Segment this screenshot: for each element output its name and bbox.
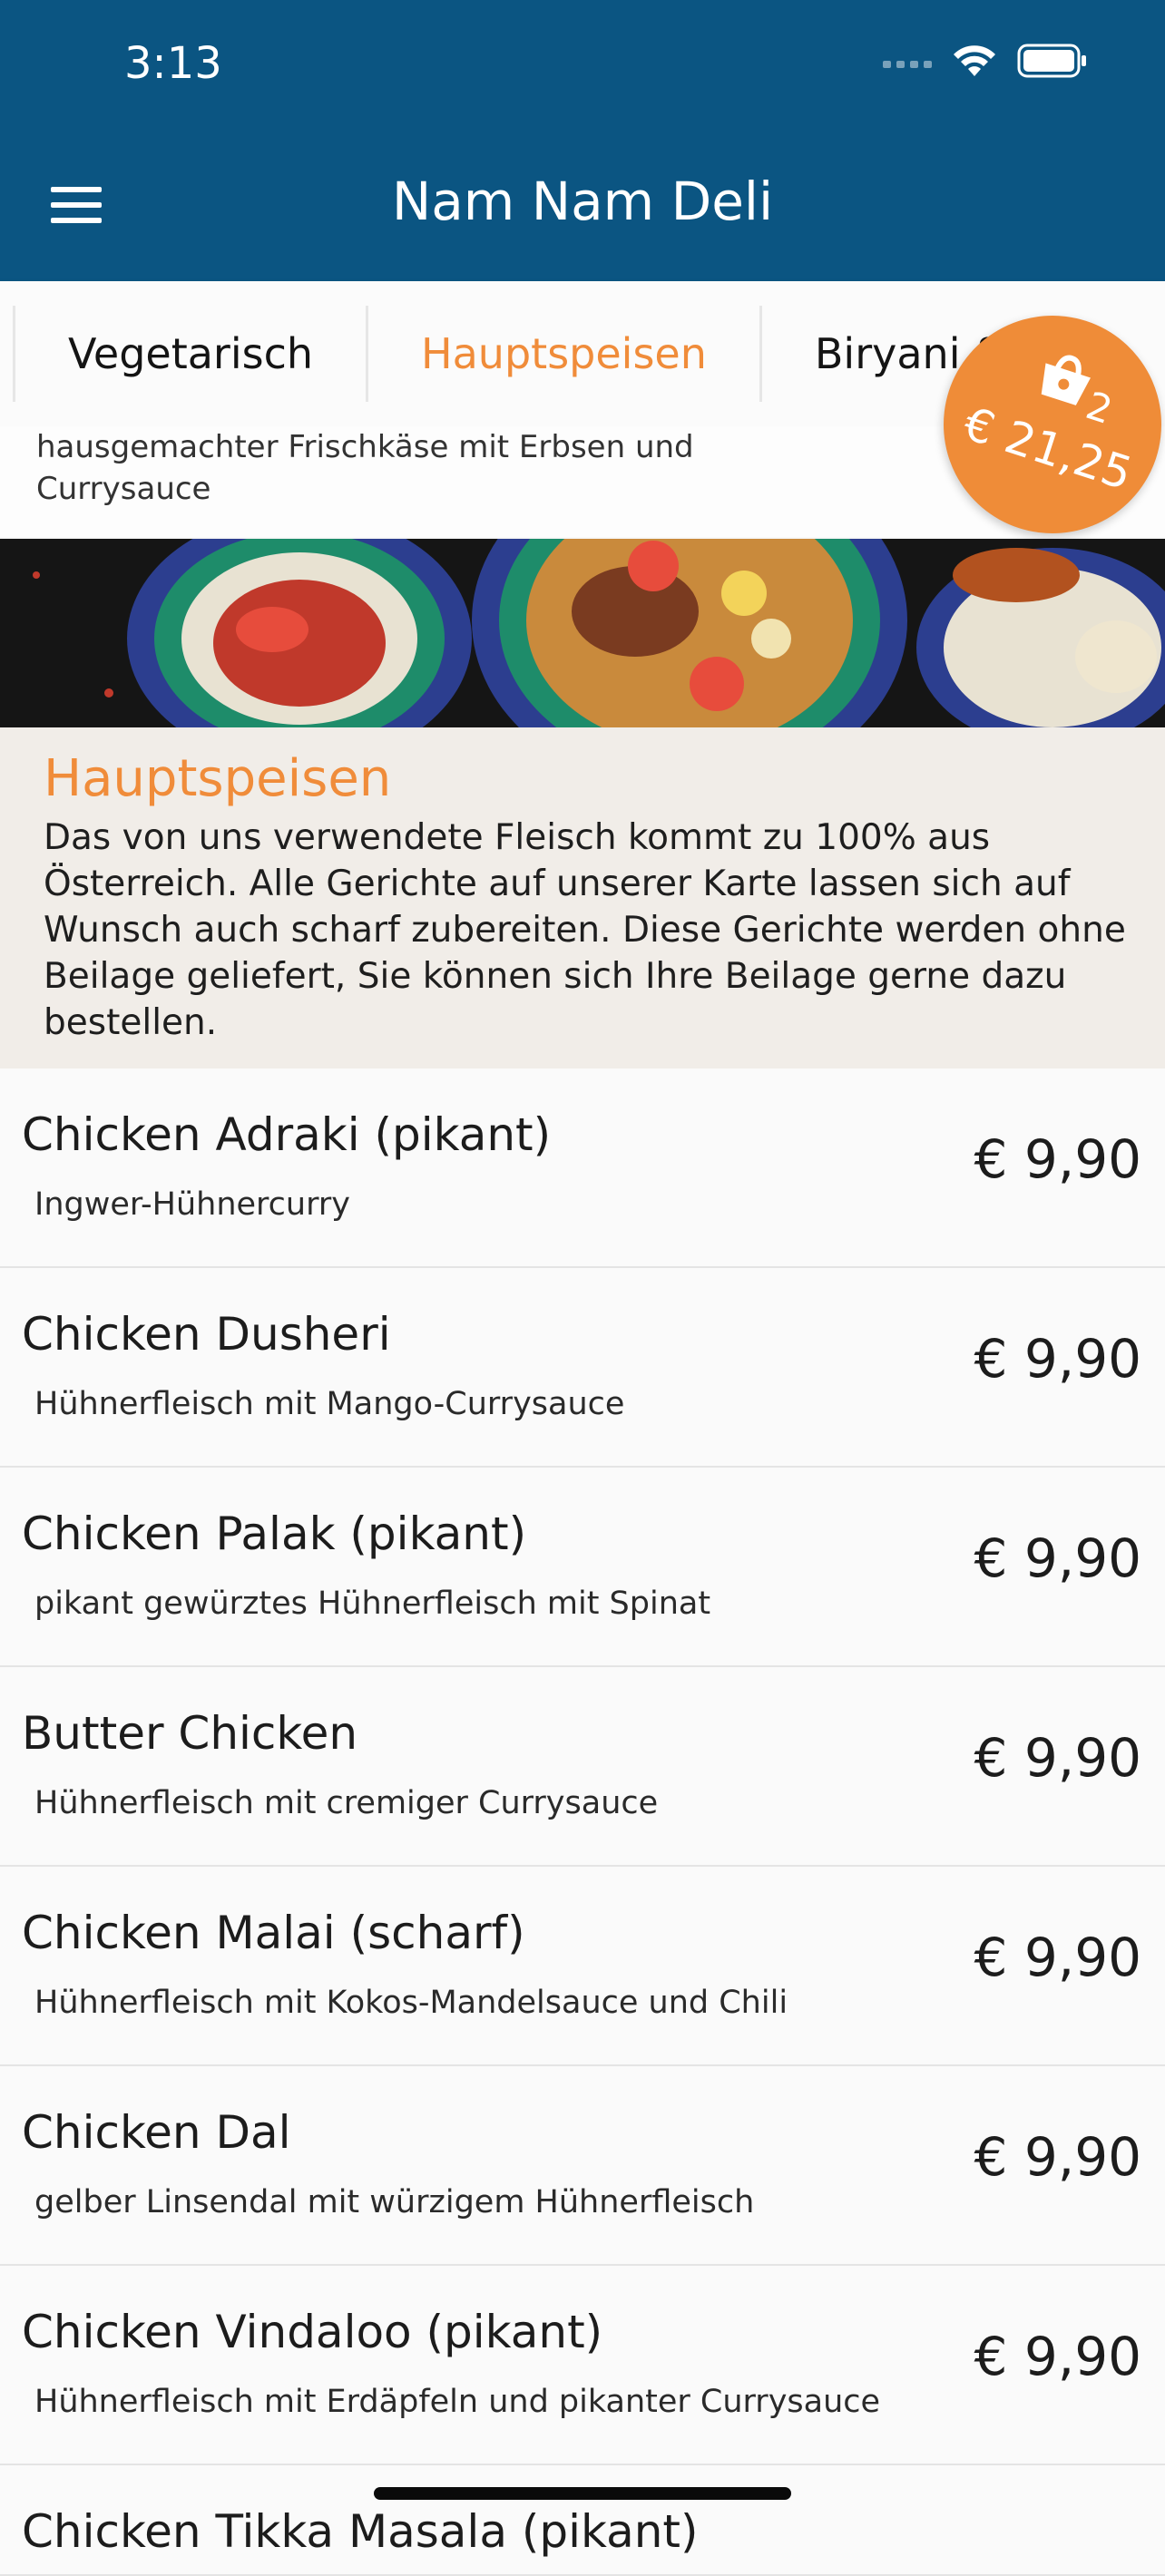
menu-item-description: Hühnerfleisch mit Kokos-Mandelsauce und … bbox=[34, 1985, 788, 2021]
menu-item-name: Chicken Adraki (pikant) bbox=[22, 1108, 552, 1161]
menu-item[interactable]: Chicken Vindaloo (pikant) Hühnerfleisch … bbox=[0, 2266, 1165, 2465]
home-indicator[interactable] bbox=[374, 2487, 791, 2500]
tab-vegetarisch[interactable]: Vegetarisch bbox=[13, 306, 366, 402]
menu-item-price: € 9,90 bbox=[974, 1328, 1141, 1390]
menu-item[interactable]: Chicken Adraki (pikant) Ingwer-Hühnercur… bbox=[0, 1068, 1165, 1268]
menu-item[interactable]: Butter Chicken Hühnerfleisch mit cremige… bbox=[0, 1667, 1165, 1867]
menu-item-price: € 9,90 bbox=[974, 1927, 1141, 1988]
menu-item-list: Chicken Adraki (pikant) Ingwer-Hühnercur… bbox=[0, 1068, 1165, 2576]
menu-item-price: € 9,90 bbox=[974, 2126, 1141, 2188]
menu-item-description: Ingwer-Hühnercurry bbox=[34, 1186, 350, 1223]
menu-item-name: Chicken Malai (scharf) bbox=[22, 1907, 525, 1959]
menu-item-name: Butter Chicken bbox=[22, 1707, 358, 1760]
category-banner-image bbox=[0, 539, 1165, 727]
menu-item[interactable]: Chicken Tikka Masala (pikant) bbox=[0, 2465, 1165, 2576]
menu-item-price: € 9,90 bbox=[974, 1727, 1141, 1789]
menu-item[interactable]: Chicken Dusheri Hühnerfleisch mit Mango-… bbox=[0, 1268, 1165, 1468]
menu-item-price: € 9,90 bbox=[974, 1128, 1141, 1190]
menu-item-name: Chicken Tikka Masala (pikant) bbox=[22, 2505, 699, 2558]
menu-item-name: Chicken Dusheri bbox=[22, 1308, 391, 1361]
menu-item-description: pikant gewürztes Hühnerfleisch mit Spina… bbox=[34, 1586, 711, 1622]
section-title: Hauptspeisen bbox=[44, 749, 392, 808]
menu-item-name: Chicken Dal bbox=[22, 2106, 291, 2159]
previous-item-description: hausgemachter Frischkäse mit Erbsen und … bbox=[36, 429, 694, 507]
status-time: 3:13 bbox=[124, 38, 222, 89]
menu-item-name: Chicken Palak (pikant) bbox=[22, 1508, 527, 1560]
tab-hauptspeisen[interactable]: Hauptspeisen bbox=[366, 306, 759, 402]
menu-item-price: € 9,90 bbox=[974, 2326, 1141, 2387]
menu-item[interactable]: Chicken Dal gelber Linsendal mit würzige… bbox=[0, 2066, 1165, 2266]
menu-item-price: € 9,90 bbox=[974, 1527, 1141, 1589]
section-description: Das von uns verwendete Fleisch kommt zu … bbox=[44, 817, 1126, 1043]
battery-icon bbox=[1017, 44, 1088, 78]
menu-item-description: Hühnerfleisch mit cremiger Currysauce bbox=[34, 1785, 659, 1821]
status-icons bbox=[883, 44, 1088, 78]
cellular-signal-icon bbox=[883, 54, 932, 68]
menu-item[interactable]: Chicken Malai (scharf) Hühnerfleisch mit… bbox=[0, 1867, 1165, 2066]
menu-item-name: Chicken Vindaloo (pikant) bbox=[22, 2306, 603, 2358]
app-header: 3:13 Nam Nam Deli bbox=[0, 0, 1165, 281]
wifi-icon bbox=[952, 44, 997, 78]
menu-item-description: Hühnerfleisch mit Mango-Currysauce bbox=[34, 1386, 625, 1422]
section-header: Hauptspeisen Das von uns verwendete Flei… bbox=[0, 727, 1165, 1068]
menu-item[interactable]: Chicken Palak (pikant) pikant gewürztes … bbox=[0, 1468, 1165, 1667]
menu-item-description: Hühnerfleisch mit Erdäpfeln und pikanter… bbox=[34, 2384, 881, 2420]
menu-item-description: gelber Linsendal mit würzigem Hühnerflei… bbox=[34, 2184, 755, 2220]
app-title: Nam Nam Deli bbox=[391, 171, 774, 232]
cart-total: € 21,25 bbox=[957, 396, 1139, 501]
